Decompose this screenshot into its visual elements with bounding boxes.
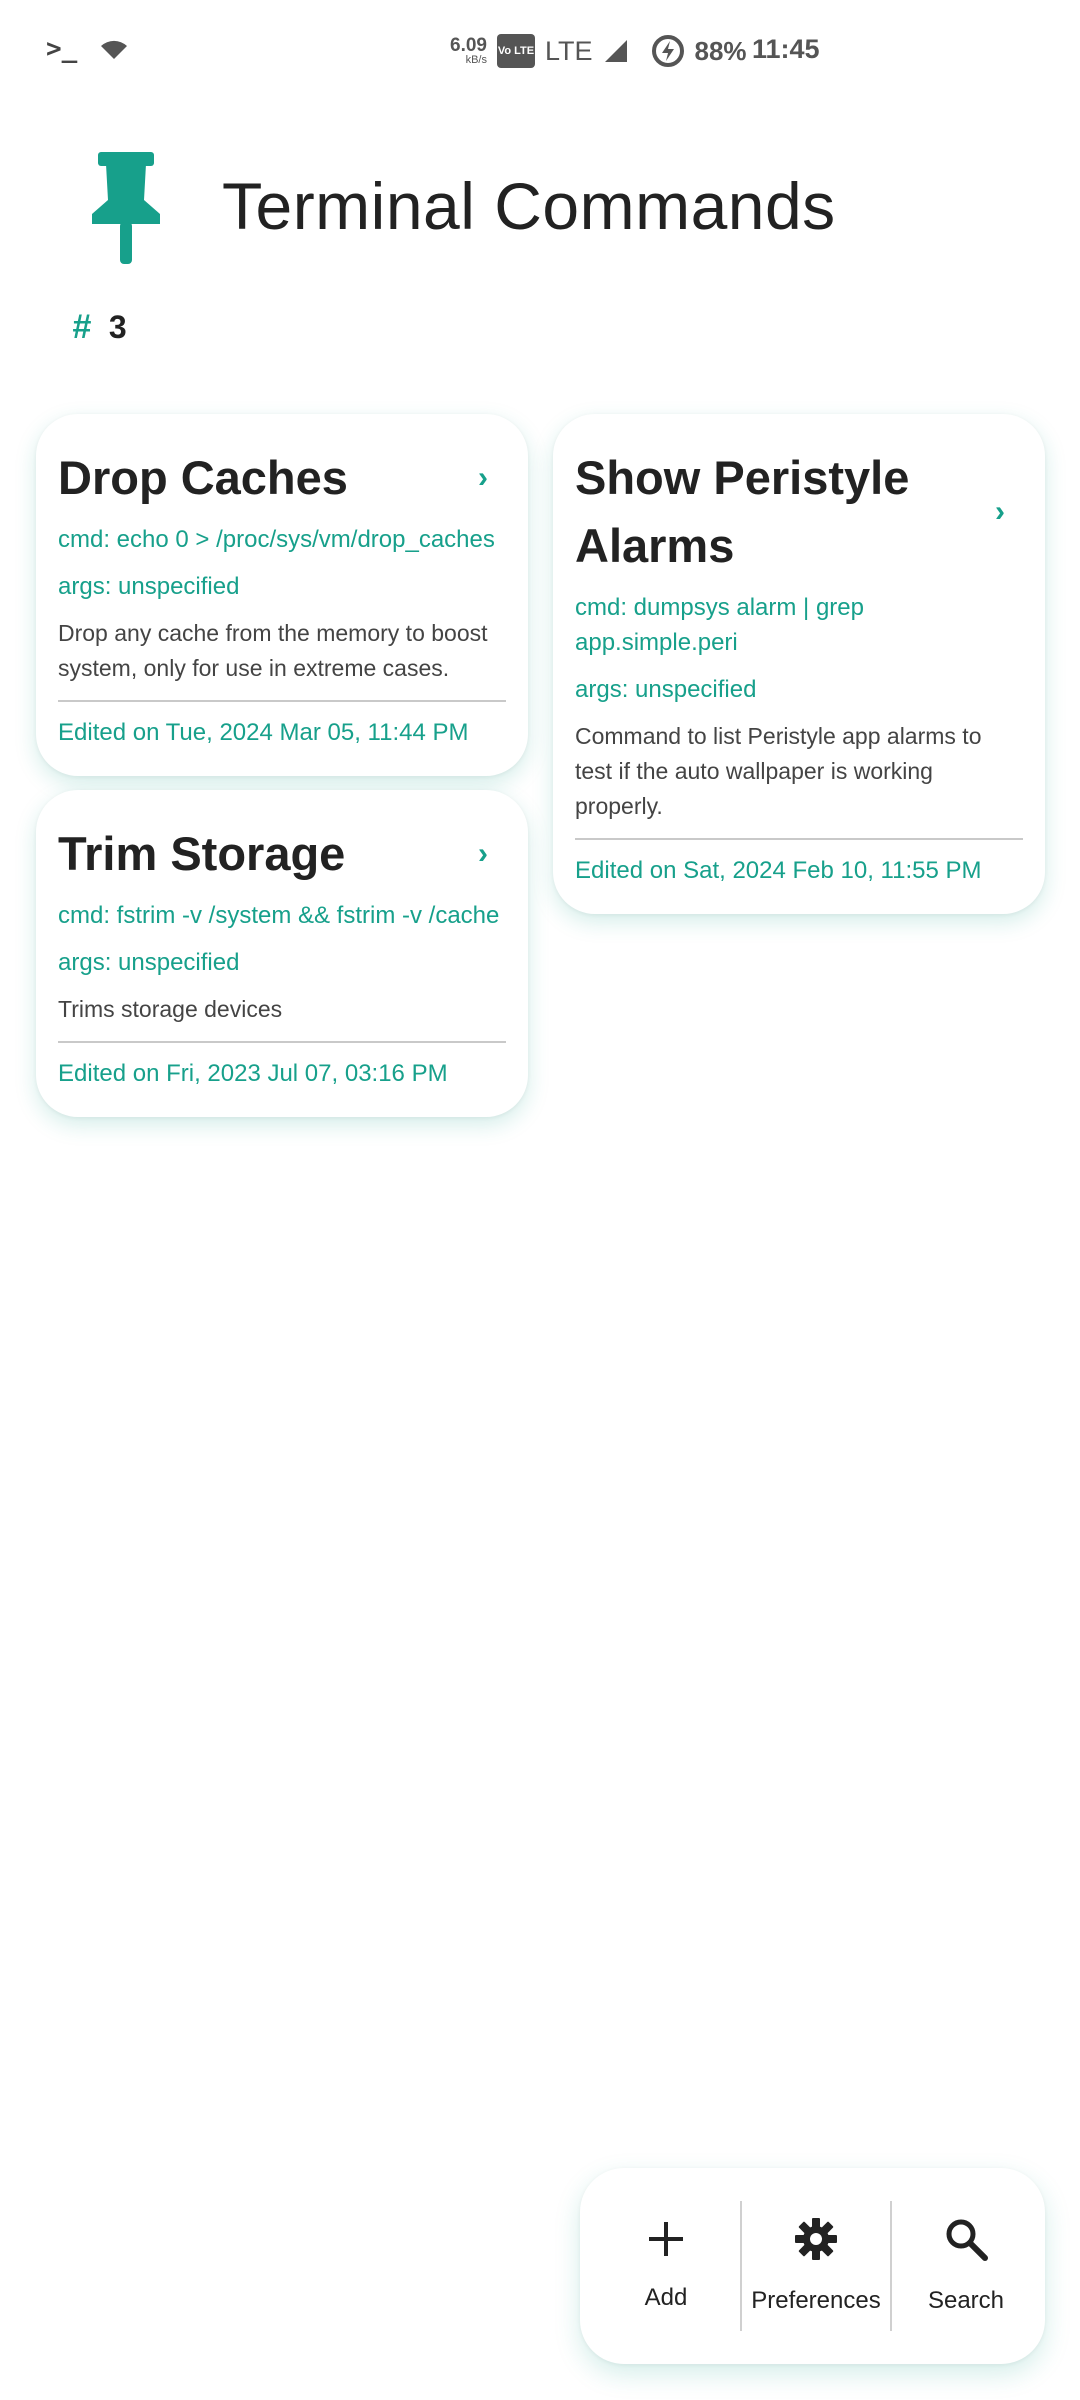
chevron-right-icon[interactable]: › [478, 837, 488, 871]
divider [58, 1041, 506, 1043]
divider [575, 838, 1023, 840]
card-args: args: unspecified [58, 949, 240, 976]
clock: 11:45 [752, 34, 820, 64]
status-bar: >_ 6.09 kB/s Vo LTE LTE 88% 11:45 [0, 0, 1080, 106]
command-card-show-peristyle-alarms[interactable]: Show Peristyle Alarms › cmd: dumpsys ala… [553, 414, 1045, 914]
card-description: Trims storage devices [58, 996, 283, 1022]
card-cmd: cmd: fstrim -v /system && fstrim -v /cac… [58, 902, 500, 929]
command-card-drop-caches[interactable]: Drop Caches › cmd: echo 0 > /proc/sys/vm… [36, 414, 528, 776]
card-args: args: unspecified [58, 573, 240, 600]
battery-level: 88% [694, 35, 747, 66]
network-speed: 6.09 kB/s [450, 35, 487, 66]
gear-icon [795, 2218, 837, 2260]
wifi-icon [101, 40, 128, 59]
add-label: Add [644, 2284, 688, 2311]
search-button[interactable]: Search [892, 2217, 1040, 2315]
card-title: Trim Storage [58, 827, 346, 880]
chevron-right-icon[interactable]: › [478, 461, 488, 495]
pin-icon [92, 152, 160, 264]
page-title: Terminal Commands [222, 169, 836, 243]
search-icon [946, 2219, 988, 2261]
card-edited-date: Edited on Tue, 2024 Mar 05, 11:44 PM [58, 719, 469, 746]
card-cmd: cmd: echo 0 > /proc/sys/vm/drop_caches [58, 526, 495, 553]
battery-charging-icon [651, 35, 684, 67]
card-title: Drop Caches [58, 451, 348, 504]
search-label: Search [927, 2287, 1005, 2314]
page-header: Terminal Commands [0, 140, 1080, 280]
chevron-right-icon[interactable]: › [995, 495, 1005, 529]
card-edited-date: Edited on Sat, 2024 Feb 10, 11:55 PM [575, 857, 982, 884]
volte-icon: Vo LTE [496, 34, 535, 68]
preferences-button[interactable]: Preferences [742, 2217, 890, 2315]
plus-icon [649, 2222, 683, 2256]
add-button[interactable]: Add [592, 2220, 740, 2312]
bottom-action-bar: Add Preferences Search [580, 2168, 1045, 2364]
count-value: 3 [108, 309, 127, 345]
network-type: LTE [544, 35, 593, 66]
card-edited-date: Edited on Fri, 2023 Jul 07, 03:16 PM [58, 1060, 448, 1087]
command-card-trim-storage[interactable]: Trim Storage › cmd: fstrim -v /system &&… [36, 790, 528, 1117]
divider [58, 700, 506, 702]
item-count: # 3 [72, 308, 127, 347]
signal-icon [604, 40, 627, 62]
hash-icon: # [72, 308, 91, 346]
terminal-notification-icon: >_ [46, 34, 78, 64]
card-description: Drop any cache from the memory to boost … [58, 620, 488, 681]
card-cmd: cmd: dumpsys alarm | grep app.simple.per… [575, 594, 864, 656]
card-description: Command to list Peristyle app alarms to … [575, 723, 982, 819]
card-args: args: unspecified [575, 676, 757, 703]
card-title: Show Peristyle Alarms [575, 451, 910, 572]
preferences-label: Preferences [751, 2287, 881, 2314]
